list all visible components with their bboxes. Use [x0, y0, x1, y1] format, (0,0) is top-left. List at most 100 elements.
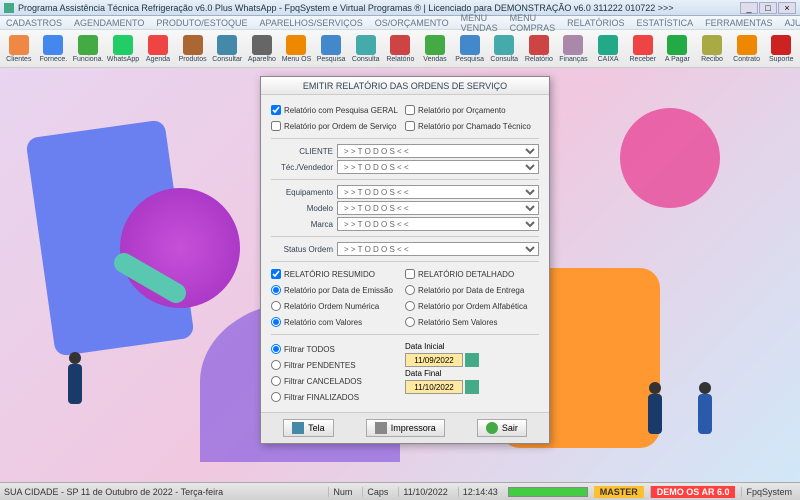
menu-ajuda[interactable]: AJUDA	[785, 18, 800, 28]
toolbar-icon	[183, 35, 203, 55]
chk-detalhado[interactable]	[405, 269, 415, 279]
person-illustration	[60, 352, 90, 422]
close-button[interactable]: ×	[778, 2, 796, 14]
chk-pesquisa-geral[interactable]	[271, 105, 281, 115]
r-numerica[interactable]	[271, 301, 281, 311]
r-alfabetica[interactable]	[405, 301, 415, 311]
marca-select[interactable]: > > T O D O S < <	[337, 217, 539, 231]
menu-os/orçamento[interactable]: OS/ORÇAMENTO	[375, 18, 449, 28]
toolbar-icon	[460, 35, 480, 55]
data-inicial-input[interactable]	[405, 353, 463, 367]
toolbar-whatsapp[interactable]: WhatsApp	[106, 31, 140, 67]
toolbar-relatório[interactable]: Relatório	[522, 31, 556, 67]
toolbar-aparelho[interactable]: Aparelho	[245, 31, 279, 67]
chk-orcamento[interactable]	[405, 105, 415, 115]
toolbar-icon	[286, 35, 306, 55]
menu-ferramentas[interactable]: FERRAMENTAS	[705, 18, 772, 28]
menu-estatística[interactable]: ESTATÍSTICA	[636, 18, 693, 28]
equip-select[interactable]: > > T O D O S < <	[337, 185, 539, 199]
status-time: 12:14:43	[458, 487, 502, 497]
window-title: Programa Assistência Técnica Refrigeraçã…	[18, 3, 739, 13]
menu-cadastros[interactable]: CADASTROS	[6, 18, 62, 28]
modelo-select[interactable]: > > T O D O S < <	[337, 201, 539, 215]
toolbar-pesquisa[interactable]: Pesquisa	[453, 31, 487, 67]
status-brand: FpqSystem	[741, 487, 796, 497]
toolbar-icon	[633, 35, 653, 55]
report-dialog: EMITIR RELATÓRIO DAS ORDENS DE SERVIÇO R…	[260, 76, 550, 444]
toolbar-vendas[interactable]: Vendas	[418, 31, 452, 67]
toolbar-fornece[interactable]: Fornece.	[37, 31, 71, 67]
menubar: CADASTROS AGENDAMENTO PRODUTO/ESTOQUE APARE…	[0, 16, 800, 30]
status-date: 11/10/2022	[398, 487, 451, 497]
impressora-button[interactable]: Impressora	[366, 419, 445, 437]
r-semvalores[interactable]	[405, 317, 415, 327]
exit-icon	[486, 422, 498, 434]
screen-icon	[292, 422, 304, 434]
toolbar-icon	[43, 35, 63, 55]
toolbar-icon	[667, 35, 687, 55]
tela-button[interactable]: Tela	[283, 419, 334, 437]
bg-decoration	[620, 108, 720, 208]
menu-agendamento[interactable]: AGENDAMENTO	[74, 18, 144, 28]
toolbar-funciona[interactable]: Funciona.	[71, 31, 105, 67]
menu-menu vendas[interactable]: MENU VENDAS	[461, 13, 498, 33]
status-caps: Caps	[362, 487, 392, 497]
filtrar-todos[interactable]	[271, 344, 281, 354]
status-select[interactable]: > > T O D O S < <	[337, 242, 539, 256]
menu-menu compras[interactable]: MENU COMPRAS	[510, 13, 556, 33]
r-emissao[interactable]	[271, 285, 281, 295]
toolbar-relatório[interactable]: Relatório	[384, 31, 418, 67]
person-illustration	[690, 382, 720, 452]
toolbar-icon	[598, 35, 618, 55]
toolbar-icon	[252, 35, 272, 55]
toolbar-icon	[563, 35, 583, 55]
dialog-title: EMITIR RELATÓRIO DAS ORDENS DE SERVIÇO	[261, 77, 549, 95]
toolbar-caixa[interactable]: CAIXA	[591, 31, 625, 67]
toolbar-icon	[321, 35, 341, 55]
menu-aparelhos/serviços[interactable]: APARELHOS/SERVIÇOS	[260, 18, 363, 28]
minimize-button[interactable]: _	[740, 2, 758, 14]
calendar-icon[interactable]	[465, 353, 479, 367]
chk-resumido[interactable]	[271, 269, 281, 279]
maximize-button[interactable]: □	[759, 2, 777, 14]
toolbar-icon	[737, 35, 757, 55]
cliente-select[interactable]: > > T O D O S < <	[337, 144, 539, 158]
toolbar-menu os[interactable]: Menu OS	[280, 31, 314, 67]
toolbar-consultar[interactable]: Consultar	[210, 31, 244, 67]
chk-ordem-servico[interactable]	[271, 121, 281, 131]
data-final-input[interactable]	[405, 380, 463, 394]
toolbar-a pagar[interactable]: A Pagar	[661, 31, 695, 67]
tecvend-select[interactable]: > > T O D O S < <	[337, 160, 539, 174]
toolbar-consulta[interactable]: Consulta	[487, 31, 521, 67]
toolbar-pesquisa[interactable]: Pesquisa	[314, 31, 348, 67]
toolbar-icon	[356, 35, 376, 55]
toolbar-contrato[interactable]: Contrato	[730, 31, 764, 67]
toolbar-icon	[771, 35, 791, 55]
sair-button[interactable]: Sair	[477, 419, 527, 437]
status-location: SUA CIDADE - SP 11 de Outubro de 2022 - …	[4, 487, 223, 497]
filtrar-cancelados[interactable]	[271, 376, 281, 386]
window-titlebar: Programa Assistência Técnica Refrigeraçã…	[0, 0, 800, 16]
toolbar-agenda[interactable]: Agenda	[141, 31, 175, 67]
menu-relatórios[interactable]: RELATÓRIOS	[567, 18, 624, 28]
calendar-icon[interactable]	[465, 380, 479, 394]
toolbar-receber[interactable]: Receber	[626, 31, 660, 67]
menu-produto/estoque[interactable]: PRODUTO/ESTOQUE	[156, 18, 247, 28]
progress-bar	[508, 487, 588, 497]
toolbar-finanças[interactable]: Finanças	[557, 31, 591, 67]
toolbar-consulta[interactable]: Consulta	[349, 31, 383, 67]
r-entrega[interactable]	[405, 285, 415, 295]
toolbar-recibo[interactable]: Recibo	[695, 31, 729, 67]
r-comvalores[interactable]	[271, 317, 281, 327]
toolbar-suporte[interactable]: Suporte	[764, 31, 798, 67]
statusbar: SUA CIDADE - SP 11 de Outubro de 2022 - …	[0, 482, 800, 500]
filtrar-finalizados[interactable]	[271, 392, 281, 402]
toolbar-produtos[interactable]: Produtos	[176, 31, 210, 67]
filtrar-pendentes[interactable]	[271, 360, 281, 370]
person-illustration	[640, 382, 670, 452]
toolbar-icon	[425, 35, 445, 55]
toolbar-icon	[113, 35, 133, 55]
toolbar-icon	[148, 35, 168, 55]
chk-chamado-tecnico[interactable]	[405, 121, 415, 131]
toolbar-clientes[interactable]: Clientes	[2, 31, 36, 67]
